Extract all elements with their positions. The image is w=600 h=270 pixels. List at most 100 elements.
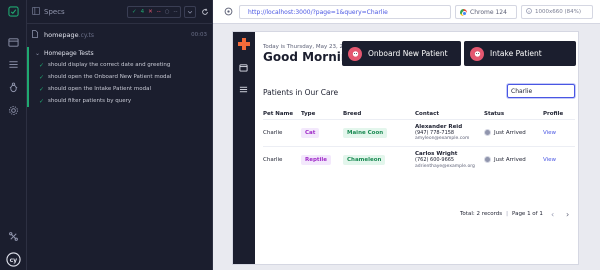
spec-file-ext: .cy.ts	[78, 31, 94, 39]
onboard-label: Onboard New Patient	[368, 49, 448, 58]
chevron-right-icon[interactable]: ›	[566, 210, 569, 219]
browser-name: Chrome 124	[470, 8, 507, 16]
browser-selector[interactable]: Chrome 124	[455, 5, 517, 19]
debug-bug-icon[interactable]	[7, 81, 20, 94]
collapse-chevron-icon: ⌄	[35, 49, 41, 57]
table-row: Charlie Reptile Chameleon Carlos Wright …	[263, 145, 575, 173]
viewport-size: 1000x660 (84%)	[535, 9, 582, 15]
type-badge: Cat	[301, 127, 320, 138]
contact-cell: Alexander Reid (947) 778-7158 amyleon@ex…	[415, 118, 484, 146]
pass-check-icon: ✓	[39, 97, 45, 105]
type-cell: Reptile	[301, 145, 343, 173]
patients-table: Pet Name Type Breed Contact Status Profi…	[263, 109, 575, 173]
status-cell: Just Arrived	[484, 145, 543, 173]
profile-cell: View	[543, 118, 575, 146]
pet-name: Charlie	[263, 145, 301, 173]
test-item[interactable]: ✓ should filter patients by query	[29, 95, 186, 107]
svg-text:cy: cy	[9, 256, 17, 263]
calendar-icon[interactable]	[239, 63, 249, 73]
table-row: Charlie Cat Maine Coon Alexander Reid (9…	[263, 118, 575, 146]
column-header: Pet Name	[263, 110, 294, 117]
column-header: Profile	[543, 110, 564, 117]
type-badge: Reptile	[301, 154, 332, 165]
breed-badge: Maine Coon	[343, 127, 388, 138]
pagination-divider: |	[506, 211, 508, 217]
pet-avatar-icon	[348, 46, 362, 61]
breed-cell: Chameleon	[343, 145, 415, 173]
status-cell: Just Arrived	[484, 118, 543, 146]
patient-search-input[interactable]: Charlie	[507, 84, 575, 98]
passed-check-icon: ✓	[132, 9, 137, 15]
status-dot-icon	[484, 129, 491, 136]
url-bar: http://localhost:3000/?page=1&query=Char…	[213, 0, 600, 24]
breed-cell: Maine Coon	[343, 118, 415, 146]
pagination: Total: 2 records | Page 1 of 1	[460, 211, 543, 217]
test-item[interactable]: ✓ should open the Onboard New Patient mod…	[29, 71, 186, 83]
test-item[interactable]: ✓ should open the Intake Patient modal	[29, 83, 186, 95]
failed-count: --	[156, 9, 161, 15]
pass-check-icon: ✓	[39, 85, 45, 93]
specs-list-icon[interactable]	[7, 58, 20, 71]
app-frame: Today is Thursday, May 23, 2024 Good Mor…	[233, 32, 578, 264]
runner-header: Specs ✓ 4 ✕ -- ○ --	[27, 0, 212, 24]
onboard-patient-button[interactable]: Onboard New Patient	[342, 41, 461, 66]
spec-duration: 00:03	[191, 32, 207, 38]
chevron-left-icon[interactable]: ‹	[551, 210, 554, 219]
column-header: Type	[301, 110, 316, 117]
page-indicator: Page 1 of 1	[512, 211, 543, 217]
pending-count: --	[173, 9, 178, 15]
selector-playground-icon[interactable]	[224, 7, 234, 17]
info-icon	[526, 8, 532, 16]
app-sidebar	[233, 32, 255, 264]
status-dot-icon	[484, 156, 491, 164]
cypress-logo-icon: cy	[5, 251, 21, 267]
app-main: Today is Thursday, May 23, 2024 Good Mor…	[255, 32, 578, 264]
contact-cell: Carlos Wright (762) 600-9665 adrienthaye…	[415, 145, 484, 173]
view-profile-link[interactable]: View	[543, 157, 556, 163]
specs-title[interactable]: Specs	[44, 8, 65, 16]
spec-runner-panel: Specs ✓ 4 ✕ -- ○ -- homepage .cy.ts 00:0…	[27, 0, 213, 270]
test-item[interactable]: ✓ should display the correct date and gre…	[29, 59, 186, 71]
total-records: Total: 2 records	[460, 211, 503, 217]
viewport-info[interactable]: 1000x660 (84%)	[521, 5, 593, 19]
test-label: should display the correct date and gree…	[48, 62, 171, 68]
pet-name: Charlie	[263, 118, 301, 146]
test-stats: ✓ 4 ✕ -- ○ --	[127, 6, 181, 18]
keyboard-shortcuts-icon[interactable]	[7, 230, 20, 243]
test-suite: ⌄ Homepage Tests ✓ should display the cor…	[27, 47, 186, 107]
breed-badge: Chameleon	[343, 154, 386, 165]
chrome-icon	[460, 8, 467, 16]
specs-toggle-icon[interactable]	[32, 6, 40, 17]
app-plus-logo-icon[interactable]	[238, 38, 251, 51]
test-label: should filter patients by query	[48, 98, 132, 104]
suite-title[interactable]: ⌄ Homepage Tests	[29, 47, 186, 59]
view-profile-link[interactable]: View	[543, 130, 556, 136]
failed-x-icon: ✕	[148, 9, 153, 15]
reload-icon[interactable]	[199, 6, 211, 18]
spec-file-row[interactable]: homepage .cy.ts 00:03	[27, 28, 213, 42]
table-header-row: Pet Name Type Breed Contact Status Profi…	[263, 109, 575, 119]
pending-circle-icon: ○	[164, 9, 170, 15]
intake-patient-button[interactable]: Intake Patient	[464, 41, 576, 66]
file-icon	[32, 30, 38, 40]
status-text: Just Arrived	[494, 156, 526, 163]
pass-check-icon: ✓	[39, 61, 45, 69]
column-header: Breed	[343, 110, 362, 117]
test-label: should open the Onboard New Patient moda…	[48, 74, 172, 80]
url-input[interactable]: http://localhost:3000/?page=1&query=Char…	[239, 5, 451, 19]
settings-gear-icon[interactable]	[7, 104, 20, 117]
app-preview: http://localhost:3000/?page=1&query=Char…	[213, 0, 600, 270]
browser-icon[interactable]	[7, 36, 20, 49]
contact-email: adrienthaye@example.org	[415, 163, 475, 169]
type-cell: Cat	[301, 118, 343, 146]
section-title: Patients in Our Care	[263, 88, 339, 97]
app-logo-icon[interactable]	[7, 5, 20, 18]
profile-cell: View	[543, 145, 575, 173]
pet-avatar-icon	[470, 46, 484, 61]
list-icon[interactable]	[239, 85, 249, 95]
chevron-down-icon[interactable]	[184, 6, 196, 18]
test-label: should open the Intake Patient modal	[48, 86, 152, 92]
suite-label: Homepage Tests	[44, 49, 94, 57]
spec-file-name: homepage	[44, 31, 79, 39]
passed-count: 4	[140, 9, 145, 15]
